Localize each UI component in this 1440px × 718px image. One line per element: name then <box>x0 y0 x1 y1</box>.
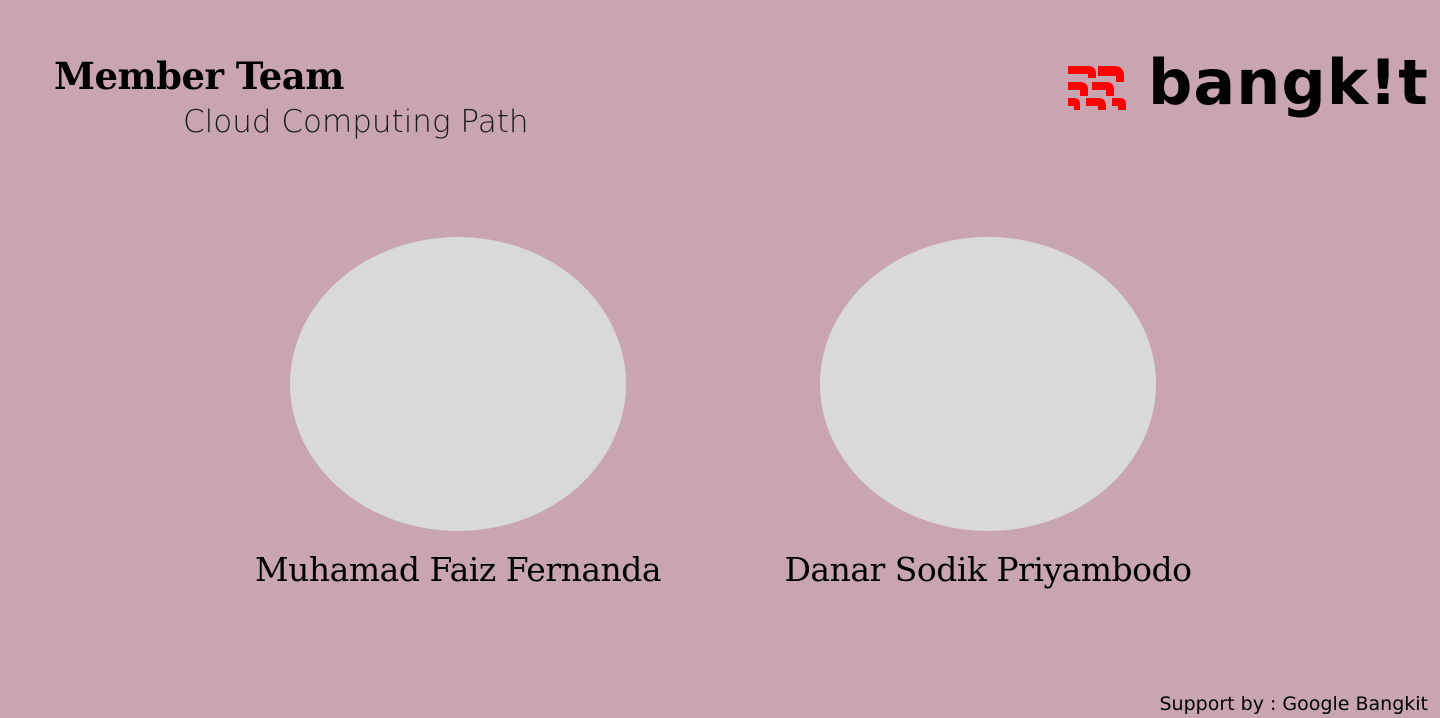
bangkit-logo-mark-icon <box>1068 66 1126 110</box>
footer-credit: Support by : Google Bangkit <box>1159 693 1429 716</box>
member-card: Muhamad Faiz Fernanda <box>255 237 662 589</box>
avatar <box>290 237 626 531</box>
page-title: Member Team <box>54 54 344 98</box>
bangkit-logo-text: bangk!t <box>1148 46 1429 119</box>
avatar <box>820 237 1156 531</box>
member-name: Muhamad Faiz Fernanda <box>254 550 662 589</box>
member-card: Danar Sodik Priyambodo <box>784 237 1192 589</box>
page-subtitle: Cloud Computing Path <box>183 104 529 140</box>
bangkit-logo: bangk!t <box>1066 46 1428 136</box>
member-name: Danar Sodik Priyambodo <box>784 550 1192 589</box>
